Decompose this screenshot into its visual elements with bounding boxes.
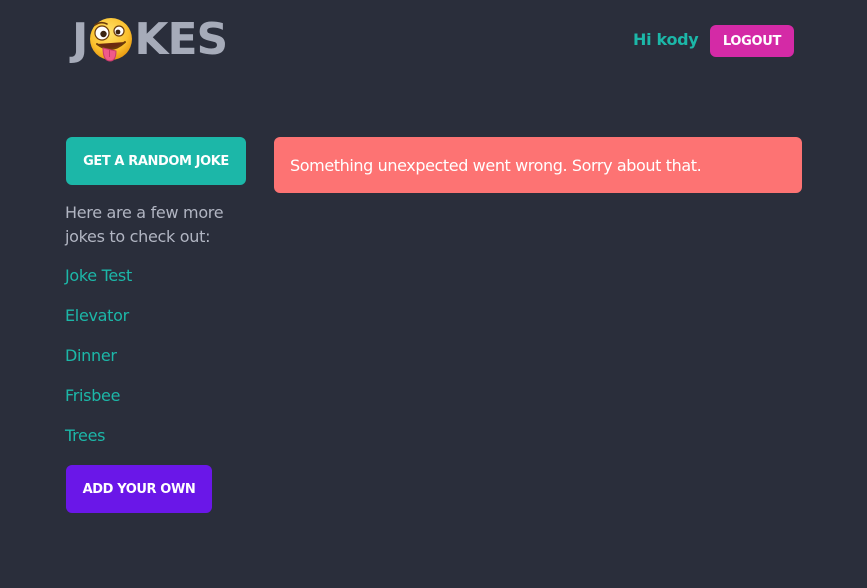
error-message: Something unexpected went wrong. Sorry a… — [290, 155, 702, 175]
page: J KES Hi kody LOGOUT GET A RANDOM JOKE H… — [0, 0, 867, 588]
add-joke-button[interactable]: ADD YOUR OWN — [66, 465, 212, 513]
logout-button[interactable]: LOGOUT — [710, 25, 794, 57]
home-logo-link[interactable]: J KES — [72, 14, 228, 66]
error-alert: Something unexpected went wrong. Sorry a… — [274, 137, 802, 193]
user-greeting: Hi kody — [633, 30, 699, 49]
random-joke-button[interactable]: GET A RANDOM JOKE — [66, 137, 246, 185]
zany-face-icon — [90, 18, 133, 62]
joke-link-joke-test[interactable]: Joke Test — [65, 265, 132, 287]
logo-letters-kes: KES — [134, 14, 228, 65]
more-jokes-intro: Here are a few more jokes to check out: — [65, 203, 224, 246]
joke-link-elevator[interactable]: Elevator — [65, 305, 129, 327]
joke-link-frisbee[interactable]: Frisbee — [65, 385, 120, 407]
joke-link-dinner[interactable]: Dinner — [65, 345, 117, 367]
joke-link-trees[interactable]: Trees — [65, 425, 105, 447]
logo-letter-j: J — [72, 14, 88, 65]
